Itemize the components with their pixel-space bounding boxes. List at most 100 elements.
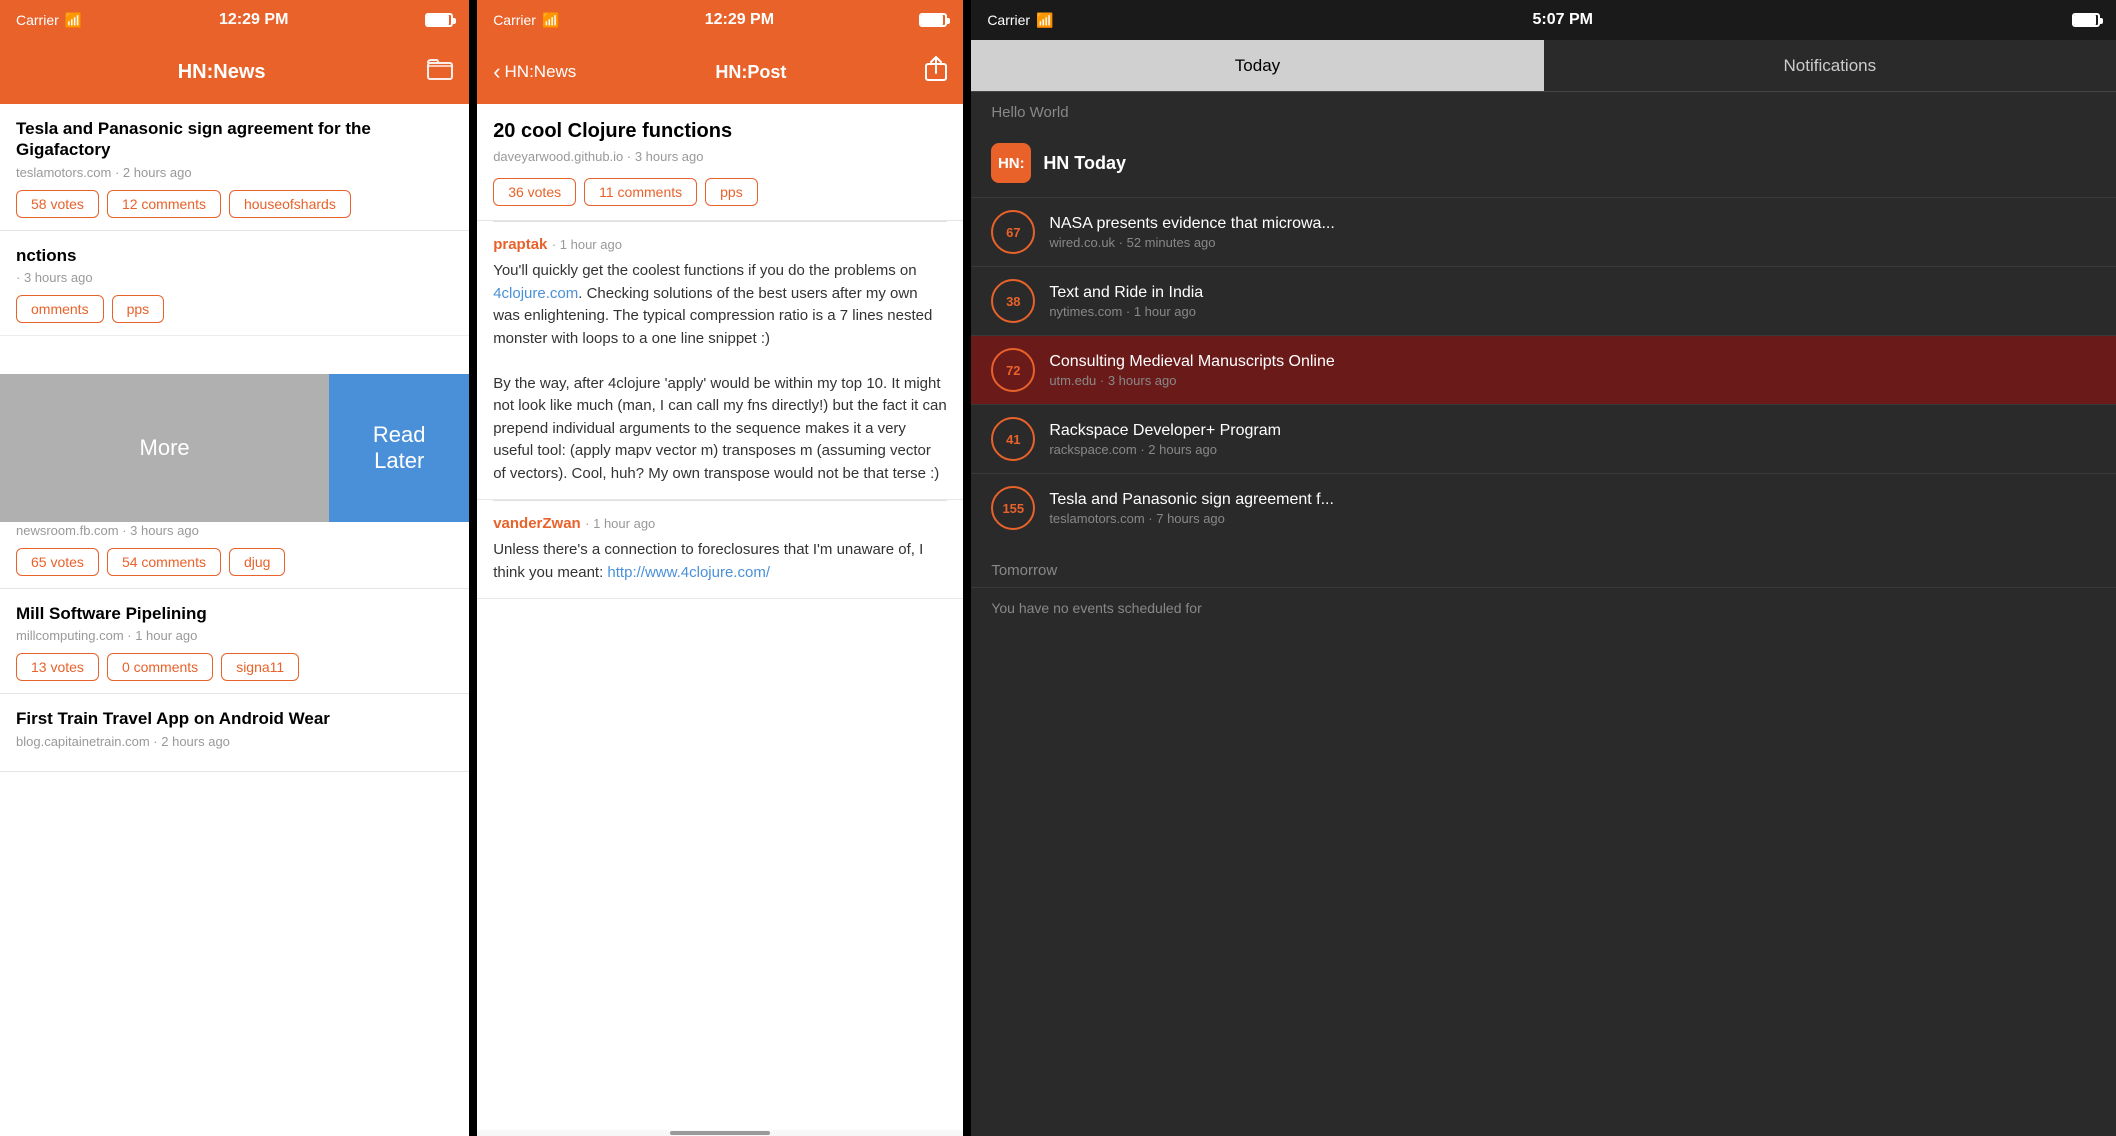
comment-link-1[interactable]: 4clojure.com xyxy=(493,285,578,302)
comments-btn-3[interactable]: 54 comments xyxy=(107,548,221,576)
notif-text-1: NASA presents evidence that microwa... w… xyxy=(1049,215,2096,250)
section-header-hello: Hello World xyxy=(971,92,2116,129)
comment-link-2[interactable]: http://www.4clojure.com/ xyxy=(607,564,770,581)
post-nav-title: HN:Post xyxy=(715,62,786,83)
post-comments-btn[interactable]: 11 comments xyxy=(584,178,697,206)
battery-1 xyxy=(425,13,453,27)
post-title: 20 cool Clojure functions xyxy=(493,120,947,143)
battery-2 xyxy=(919,13,947,27)
status-bar-1: Carrier 📶 12:29 PM xyxy=(0,0,469,40)
news-item-1[interactable]: Tesla and Panasonic sign agreement for t… xyxy=(0,104,469,231)
back-arrow-icon: ‹ xyxy=(493,59,500,85)
folder-icon[interactable] xyxy=(427,58,453,86)
notif-source-5: teslamotors.com · 7 hours ago xyxy=(1049,511,2096,526)
wifi-icon-3: 📶 xyxy=(1036,12,1053,29)
votes-btn-4[interactable]: 13 votes xyxy=(16,653,99,681)
notif-text-3: Consulting Medieval Manuscripts Online u… xyxy=(1049,353,2096,388)
news-item-meta-5: blog.capitainetrain.com · 2 hours ago xyxy=(16,734,453,749)
swipe-read-later-btn[interactable]: ReadLater xyxy=(329,374,469,522)
news-item-5[interactable]: First Train Travel App on Android Wear b… xyxy=(0,694,469,771)
news-item-actions-1: 58 votes 12 comments houseofshards xyxy=(16,190,453,218)
votes-btn-2[interactable]: omments xyxy=(16,295,104,323)
time-3: 5:07 PM xyxy=(1533,11,1593,29)
carrier-2: Carrier 📶 xyxy=(493,12,559,29)
home-indicator-post xyxy=(477,1130,963,1136)
votes-btn-1[interactable]: 58 votes xyxy=(16,190,99,218)
notif-tabs: Today Notifications xyxy=(971,40,2116,92)
votes-btn-3[interactable]: 65 votes xyxy=(16,548,99,576)
hn-today-header: HN: HN Today xyxy=(971,129,2116,197)
news-item-title-2: nctions xyxy=(16,245,453,266)
back-label: HN:News xyxy=(505,62,577,82)
news-item-title-5: First Train Travel App on Android Wear xyxy=(16,708,453,729)
post-meta: daveyarwood.github.io · 3 hours ago xyxy=(493,149,947,164)
notif-text-2: Text and Ride in India nytimes.com · 1 h… xyxy=(1049,284,2096,319)
notif-headline-1: NASA presents evidence that microwa... xyxy=(1049,215,2096,233)
status-bar-2: Carrier 📶 12:29 PM xyxy=(477,0,963,40)
notif-source-1: wired.co.uk · 52 minutes ago xyxy=(1049,235,2096,250)
news-item-meta-4: millcomputing.com · 1 hour ago xyxy=(16,628,453,643)
post-content: 20 cool Clojure functions daveyarwood.gi… xyxy=(477,104,963,1130)
battery-3 xyxy=(2072,13,2100,27)
tab-notifications[interactable]: Notifications xyxy=(1544,40,2116,91)
news-item-4[interactable]: Mill Software Pipelining millcomputing.c… xyxy=(0,589,469,694)
notif-item-4[interactable]: 41 Rackspace Developer+ Program rackspac… xyxy=(971,404,2116,473)
wifi-icon-2: 📶 xyxy=(542,12,559,29)
notif-score-2: 38 xyxy=(991,279,1035,323)
comment-1: praptak · 1 hour ago You'll quickly get … xyxy=(477,222,963,500)
notif-item-1[interactable]: 67 NASA presents evidence that microwa..… xyxy=(971,197,2116,266)
notif-source-3: utm.edu · 3 hours ago xyxy=(1049,373,2096,388)
separator-2 xyxy=(963,0,971,1136)
panel-post: Carrier 📶 12:29 PM ‹ HN:News HN:Post 20 … xyxy=(477,0,963,1136)
post-actions: 36 votes 11 comments pps xyxy=(493,178,947,206)
news-item-meta-2: · 3 hours ago xyxy=(16,270,453,285)
notif-score-4: 41 xyxy=(991,417,1035,461)
carrier-1: Carrier 📶 xyxy=(16,12,82,29)
notif-headline-5: Tesla and Panasonic sign agreement f... xyxy=(1049,491,2096,509)
notif-source-4: rackspace.com · 2 hours ago xyxy=(1049,442,2096,457)
comments-btn-4[interactable]: 0 comments xyxy=(107,653,213,681)
news-item-2[interactable]: nctions · 3 hours ago omments pps xyxy=(0,231,469,336)
notif-text-5: Tesla and Panasonic sign agreement f... … xyxy=(1049,491,2096,526)
panel-notifications: Carrier 📶 5:07 PM Today Notifications He… xyxy=(971,0,2116,1136)
notif-score-5: 155 xyxy=(991,486,1035,530)
user-btn-2[interactable]: pps xyxy=(112,295,165,323)
time-2: 12:29 PM xyxy=(705,11,774,29)
post-pps-btn[interactable]: pps xyxy=(705,178,758,206)
news-item-title-1: Tesla and Panasonic sign agreement for t… xyxy=(16,118,453,161)
notif-headline-4: Rackspace Developer+ Program xyxy=(1049,422,2096,440)
notif-item-3[interactable]: 72 Consulting Medieval Manuscripts Onlin… xyxy=(971,335,2116,404)
back-btn[interactable]: ‹ HN:News xyxy=(493,59,576,85)
notif-item-2[interactable]: 38 Text and Ride in India nytimes.com · … xyxy=(971,266,2116,335)
notif-source-2: nytimes.com · 1 hour ago xyxy=(1049,304,2096,319)
comments-btn-1[interactable]: 12 comments xyxy=(107,190,221,218)
news-item-actions-4: 13 votes 0 comments signa11 xyxy=(16,653,453,681)
notif-item-5[interactable]: 155 Tesla and Panasonic sign agreement f… xyxy=(971,473,2116,542)
comment-author-2: vanderZwan xyxy=(493,515,581,532)
tab-today[interactable]: Today xyxy=(971,40,1543,91)
comment-author-1: praptak xyxy=(493,236,547,253)
nav-bar-1: HN:News xyxy=(0,40,469,104)
notif-headline-3: Consulting Medieval Manuscripts Online xyxy=(1049,353,2096,371)
comment-time-1: · 1 hour ago xyxy=(552,237,622,252)
share-icon[interactable] xyxy=(925,56,947,88)
nav-title-1: HN:News xyxy=(178,61,266,84)
hn-today-icon: HN: xyxy=(991,143,1031,183)
tomorrow-text: You have no events scheduled for xyxy=(971,587,2116,628)
post-votes-btn[interactable]: 36 votes xyxy=(493,178,576,206)
notif-score-3: 72 xyxy=(991,348,1035,392)
separator-1 xyxy=(469,0,477,1136)
comment-body-1: You'll quickly get the coolest functions… xyxy=(493,260,947,485)
news-item-actions-2: omments pps xyxy=(16,295,453,323)
swipe-more-btn[interactable]: More xyxy=(0,374,329,522)
user-btn-4[interactable]: signa11 xyxy=(221,653,299,681)
notif-headline-2: Text and Ride in India xyxy=(1049,284,2096,302)
post-header: 20 cool Clojure functions daveyarwood.gi… xyxy=(477,104,963,221)
swipe-overlay: More ReadLater xyxy=(0,374,469,522)
user-btn-3[interactable]: djug xyxy=(229,548,285,576)
time-1: 12:29 PM xyxy=(219,11,288,29)
user-btn-1[interactable]: houseofshards xyxy=(229,190,351,218)
wifi-icon-1: 📶 xyxy=(65,12,82,29)
tomorrow-section: Tomorrow You have no events scheduled fo… xyxy=(971,550,2116,628)
home-bar xyxy=(670,1131,770,1135)
